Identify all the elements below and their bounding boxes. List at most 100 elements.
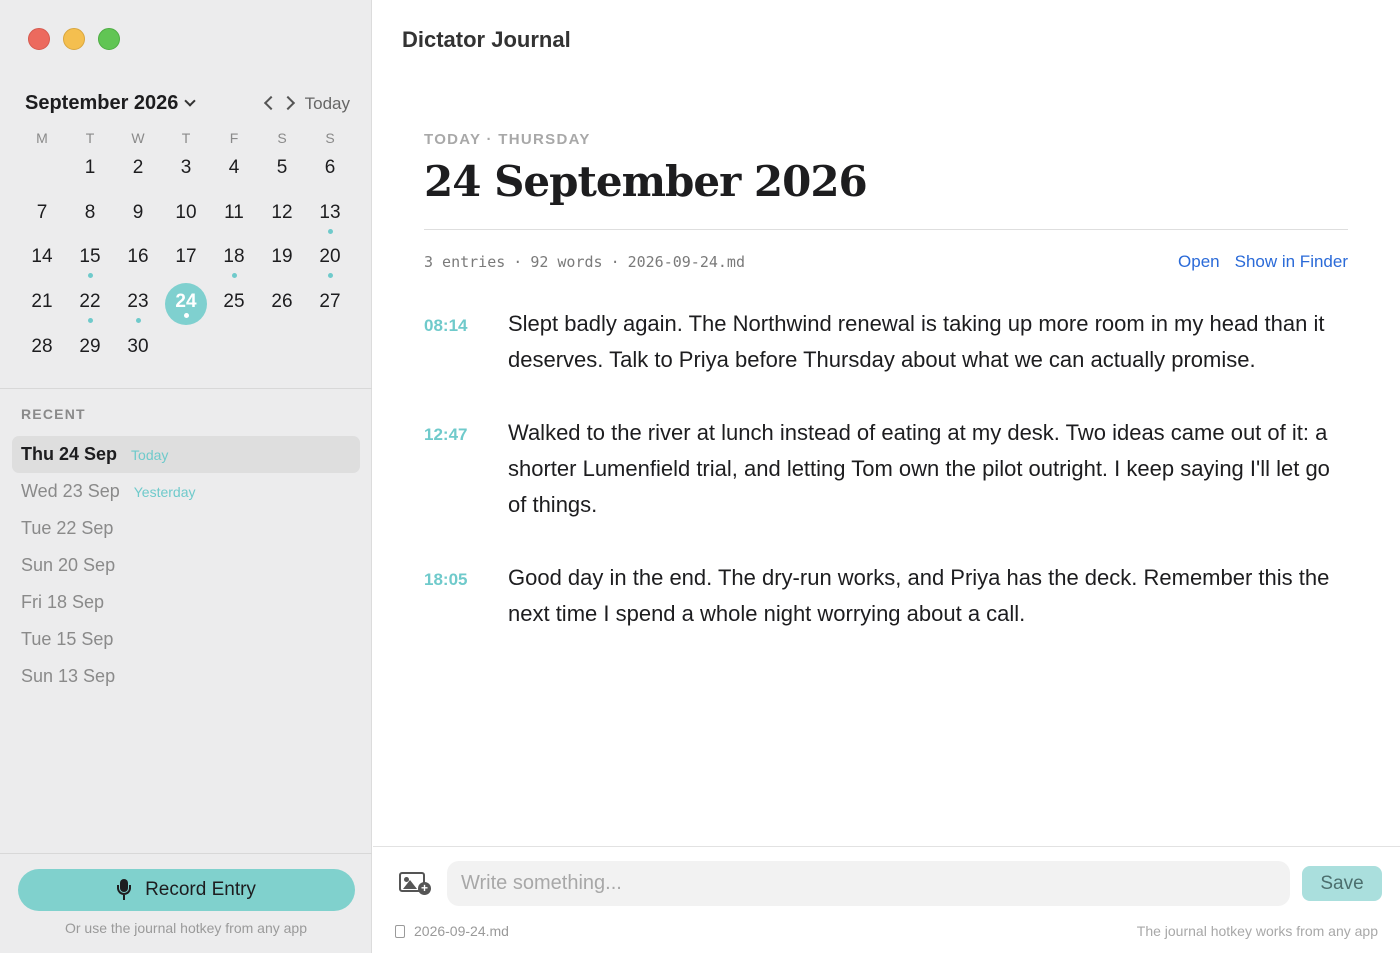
entry-indicator-dot bbox=[327, 228, 333, 234]
entries-count: 3 entries bbox=[424, 253, 506, 271]
calendar-day-number: 7 bbox=[36, 201, 48, 223]
calendar-day[interactable]: 1 bbox=[66, 148, 114, 193]
meta-separator: · bbox=[513, 253, 523, 271]
calendar-day-number: 24 bbox=[175, 291, 197, 313]
file-links: Open Show in Finder bbox=[1178, 252, 1348, 272]
image-add-icon[interactable]: + bbox=[399, 870, 431, 896]
footer-file: 2026-09-24.md bbox=[395, 923, 509, 939]
calendar-day-number: 10 bbox=[175, 201, 197, 223]
save-button[interactable]: Save bbox=[1302, 866, 1382, 901]
meta-separator: · bbox=[610, 253, 620, 271]
calendar-day[interactable]: 12 bbox=[258, 193, 306, 238]
calendar-day[interactable]: 6 bbox=[306, 148, 354, 193]
calendar-day[interactable]: 21 bbox=[18, 282, 66, 327]
calendar-day[interactable]: 9 bbox=[114, 193, 162, 238]
calendar-day-number: 4 bbox=[228, 157, 240, 178]
entry-indicator-dot bbox=[183, 313, 189, 319]
calendar-day[interactable]: 8 bbox=[66, 193, 114, 238]
chevron-left-icon[interactable] bbox=[263, 95, 279, 111]
calendar-day[interactable]: 5 bbox=[258, 148, 306, 193]
calendar-day[interactable]: 16 bbox=[114, 237, 162, 282]
zoom-icon[interactable] bbox=[98, 28, 120, 50]
calendar-day[interactable]: 25 bbox=[210, 282, 258, 327]
date-kicker: TODAY · THURSDAY bbox=[424, 131, 591, 148]
recent-item-label: Tue 15 Sep bbox=[21, 629, 114, 649]
calendar-day[interactable]: 11 bbox=[210, 193, 258, 238]
calendar-day[interactable]: 3 bbox=[162, 148, 210, 193]
month-picker[interactable]: September 2026 bbox=[25, 92, 197, 115]
calendar-day-number: 20 bbox=[319, 246, 341, 268]
chevron-right-icon[interactable] bbox=[280, 95, 296, 111]
calendar-day-number: 12 bbox=[271, 201, 293, 223]
write-input[interactable] bbox=[447, 861, 1290, 906]
weekday-label: S bbox=[277, 130, 287, 146]
microphone-icon bbox=[117, 879, 132, 901]
recent-item[interactable]: Fri 18 Sep bbox=[12, 584, 360, 621]
calendar-day[interactable]: 14 bbox=[18, 237, 66, 282]
calendar-day-number: 26 bbox=[271, 291, 293, 313]
window-controls bbox=[28, 28, 120, 50]
sidebar-divider bbox=[0, 388, 372, 389]
calendar-day[interactable]: 26 bbox=[258, 282, 306, 327]
calendar-day-number: 18 bbox=[223, 246, 245, 268]
calendar-day-number: 30 bbox=[127, 335, 149, 357]
calendar-day-number: 21 bbox=[31, 291, 53, 313]
calendar-day[interactable]: 10 bbox=[162, 193, 210, 238]
weekday-label: S bbox=[325, 130, 335, 146]
sidebar: September 2026 Today MTWTFSS 1 2 3 4 5 6 7 8 9 10… bbox=[0, 0, 372, 953]
calendar-day[interactable]: 22 bbox=[66, 282, 114, 327]
calendar-day-selected[interactable]: 24 bbox=[162, 282, 210, 327]
calendar-day-number: 13 bbox=[319, 201, 341, 223]
calendar-day[interactable]: 30 bbox=[114, 327, 162, 372]
recent-item-tag: Yesterday bbox=[133, 483, 196, 500]
show-in-finder-link[interactable]: Show in Finder bbox=[1235, 252, 1348, 272]
calendar-day[interactable]: 27 bbox=[306, 282, 354, 327]
recent-item[interactable]: Sun 20 Sep bbox=[12, 547, 360, 584]
calendar-day-number: 27 bbox=[319, 291, 341, 313]
recent-item[interactable]: Tue 22 Sep bbox=[12, 510, 360, 547]
recent-item[interactable]: Sun 13 Sep bbox=[12, 658, 360, 695]
calendar-day[interactable]: 29 bbox=[66, 327, 114, 372]
entry-indicator-dot bbox=[231, 273, 237, 279]
calendar-day-number: 3 bbox=[180, 157, 192, 178]
calendar-day-number: 22 bbox=[79, 291, 101, 313]
calendar-day-number: 15 bbox=[79, 246, 101, 268]
composer-divider bbox=[373, 846, 1400, 847]
calendar-grid: MTWTFSS 1 2 3 4 5 6 7 8 9 10 11 12 13 14 15 16 17 18 19 20 2… bbox=[18, 128, 354, 371]
calendar-day-number: 14 bbox=[31, 246, 53, 268]
calendar-day[interactable]: 23 bbox=[114, 282, 162, 327]
calendar-day-number: 17 bbox=[175, 246, 197, 268]
page-title: 24 September 2026 bbox=[424, 157, 868, 206]
minimize-icon[interactable] bbox=[63, 28, 85, 50]
app-title: Dictator Journal bbox=[402, 27, 571, 52]
calendar-day[interactable]: 28 bbox=[18, 327, 66, 372]
calendar-blank bbox=[18, 148, 66, 193]
entry-meta: 3 entries · 92 words · 2026-09-24.md bbox=[424, 253, 745, 271]
recent-heading: RECENT bbox=[21, 406, 86, 422]
weekday-label: M bbox=[36, 130, 48, 146]
recent-item[interactable]: Wed 23 Sep Yesterday bbox=[12, 473, 360, 510]
calendar-day[interactable]: 4 bbox=[210, 148, 258, 193]
journal-entry: 12:47 Walked to the river at lunch instea… bbox=[424, 415, 1348, 523]
recent-item[interactable]: Thu 24 Sep Today bbox=[12, 436, 360, 473]
footer-file-name: 2026-09-24.md bbox=[414, 923, 509, 939]
close-icon[interactable] bbox=[28, 28, 50, 50]
calendar-day[interactable]: 17 bbox=[162, 237, 210, 282]
recent-item[interactable]: Tue 15 Sep bbox=[12, 621, 360, 658]
file-name: 2026-09-24.md bbox=[627, 253, 745, 271]
calendar-day[interactable]: 15 bbox=[66, 237, 114, 282]
words-count: 92 words bbox=[530, 253, 603, 271]
today-button[interactable]: Today bbox=[305, 94, 350, 114]
record-entry-button[interactable]: Record Entry bbox=[18, 869, 355, 911]
calendar-day[interactable]: 18 bbox=[210, 237, 258, 282]
calendar-day[interactable]: 7 bbox=[18, 193, 66, 238]
calendar-day[interactable]: 13 bbox=[306, 193, 354, 238]
recent-item-label: Wed 23 Sep bbox=[21, 481, 120, 501]
open-link[interactable]: Open bbox=[1178, 252, 1220, 272]
weekday-label: W bbox=[131, 130, 145, 146]
calendar-day-number: 2 bbox=[132, 157, 144, 178]
calendar-day-number: 28 bbox=[31, 335, 53, 357]
calendar-day[interactable]: 19 bbox=[258, 237, 306, 282]
calendar-day[interactable]: 2 bbox=[114, 148, 162, 193]
calendar-day[interactable]: 20 bbox=[306, 237, 354, 282]
